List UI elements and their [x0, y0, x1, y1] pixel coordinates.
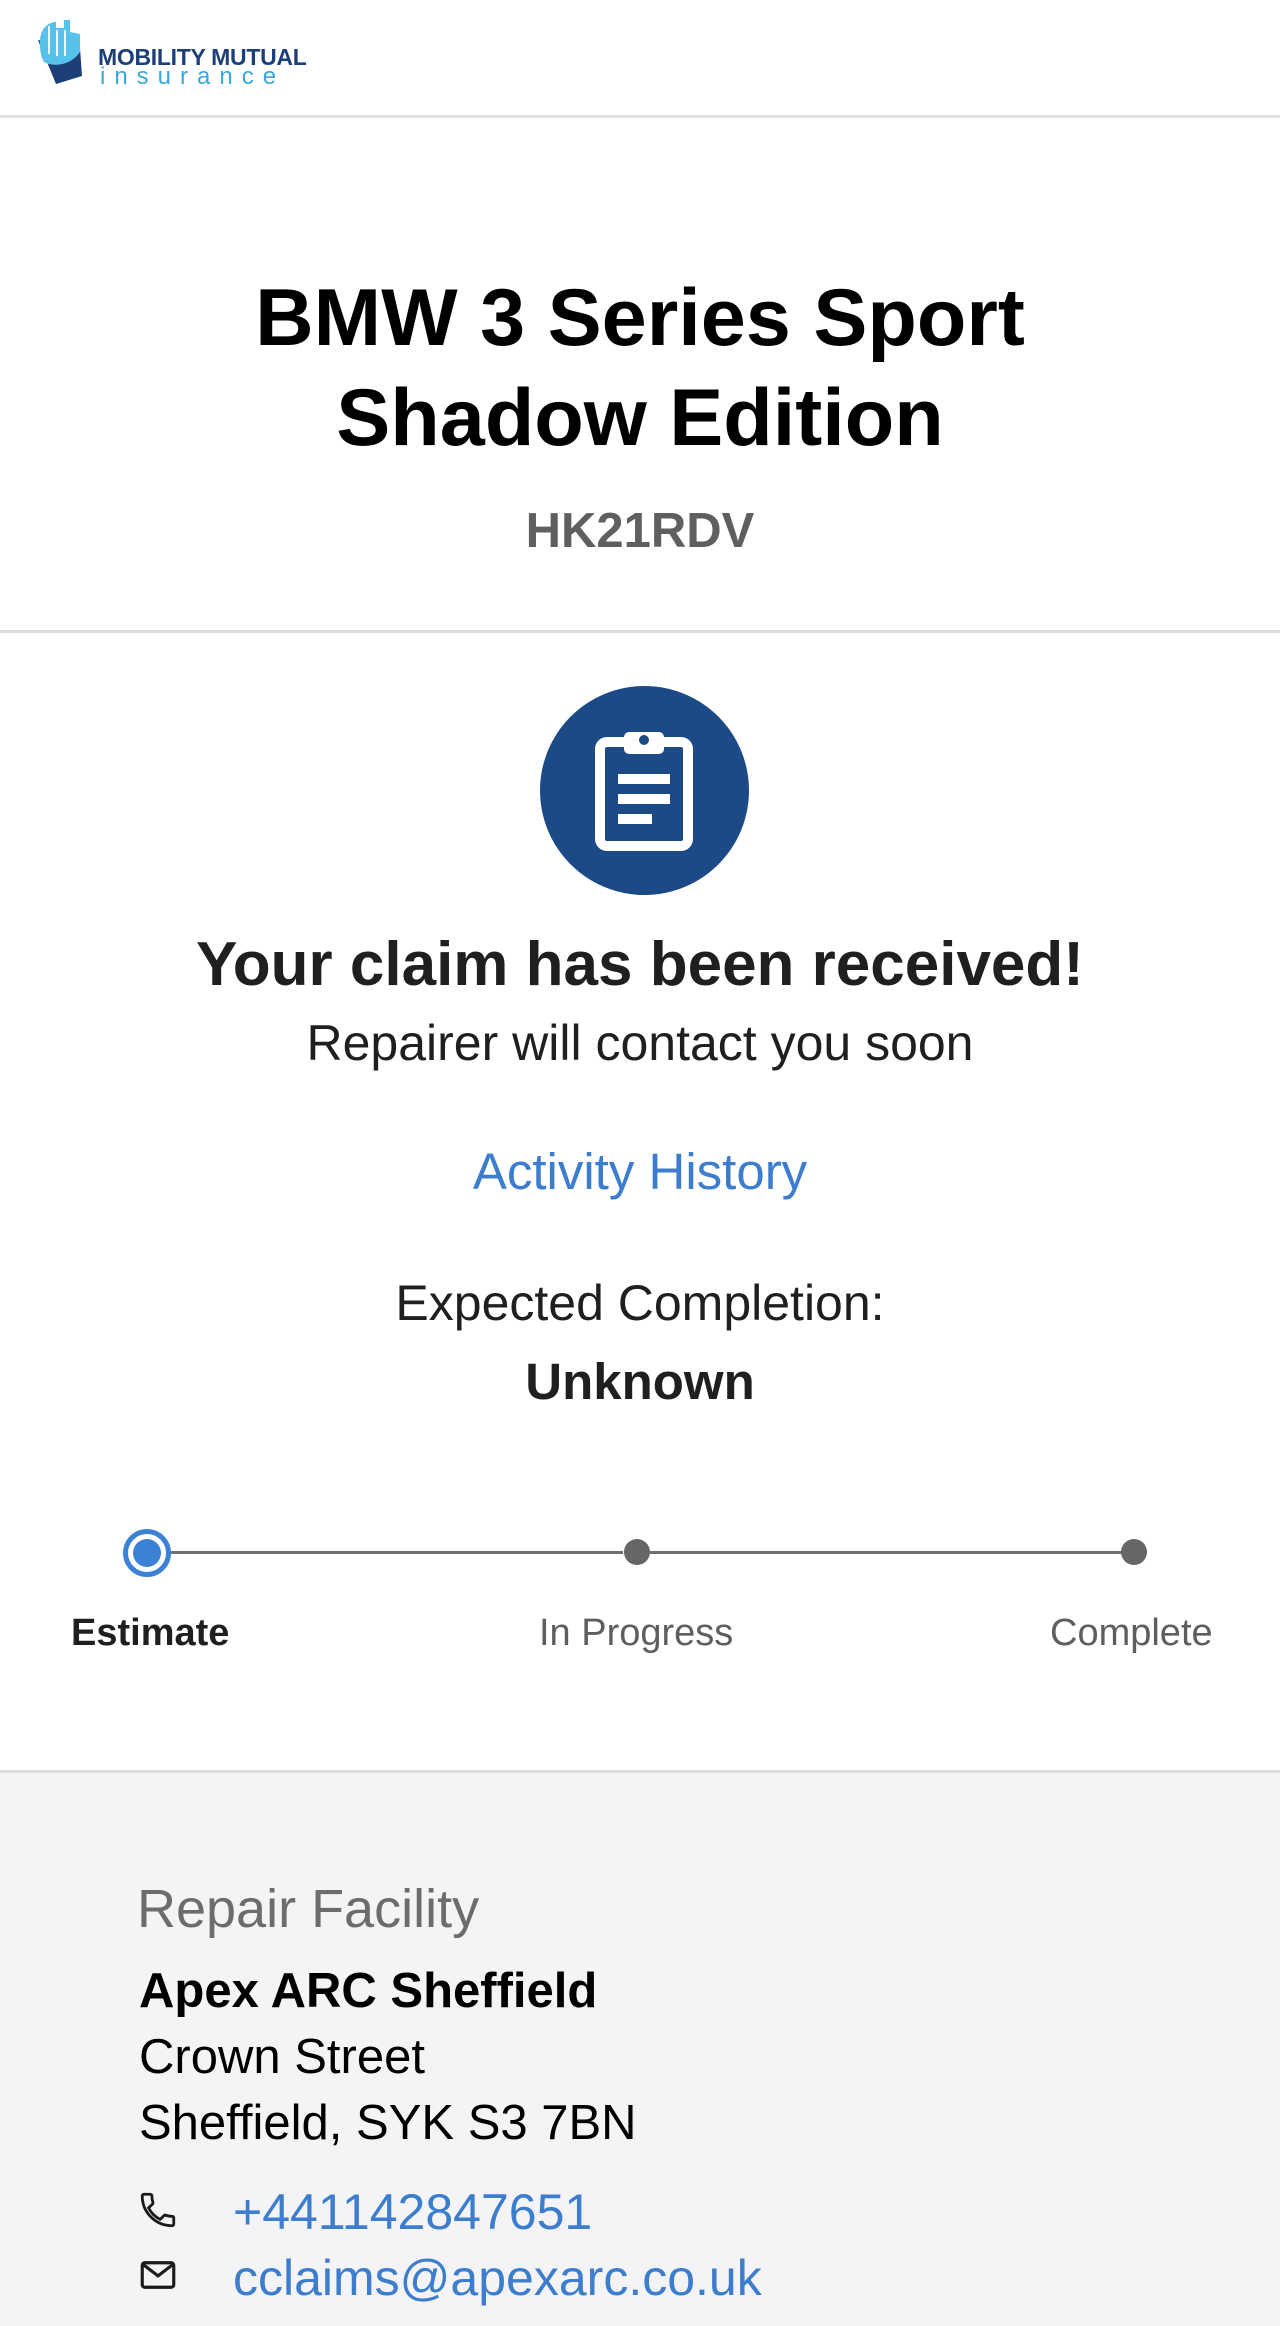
mobility-mutual-logo[interactable]: MOBILITY MUTUAL insurance — [34, 18, 307, 90]
stepper-connector — [650, 1551, 1122, 1554]
step-complete-marker — [1121, 1539, 1147, 1565]
step-estimate-label: Estimate — [71, 1612, 230, 1654]
repair-facility-city: Sheffield, SYK S3 7BN — [139, 2096, 637, 2150]
step-in-progress-label: In Progress — [539, 1612, 734, 1654]
expected-completion-label: Expected Completion: — [395, 1275, 885, 1331]
mail-icon — [140, 2261, 176, 2289]
step-complete-label: Complete — [1050, 1612, 1213, 1654]
logo-tagline: insurance — [100, 63, 286, 90]
step-estimate-marker — [123, 1529, 171, 1577]
vehicle-summary: BMW 3 Series Sport Shadow Edition HK21RD… — [0, 118, 1280, 633]
clipboard-icon-badge — [540, 686, 749, 895]
clipboard-icon — [595, 732, 693, 851]
claim-status-title: Your claim has been received! — [196, 930, 1084, 999]
vehicle-registration: HK21RDV — [525, 504, 755, 558]
facility-phone-link[interactable]: +441142847651 — [233, 2183, 592, 2241]
repair-facility-name: Apex ARC Sheffield — [139, 1964, 598, 2018]
expected-completion-value: Unknown — [525, 1353, 755, 1410]
stepper-connector — [171, 1551, 623, 1554]
claim-status-section: Your claim has been received! Repairer w… — [0, 634, 1280, 1774]
logo-shield-icon — [38, 20, 82, 84]
vehicle-title: BMW 3 Series Sport Shadow Edition — [255, 273, 1025, 463]
app-header: MOBILITY MUTUAL insurance — [0, 0, 1280, 118]
facility-email-link[interactable]: cclaims@apexarc.co.uk — [233, 2249, 762, 2307]
repair-facility-heading: Repair Facility — [137, 1879, 480, 1939]
step-in-progress-marker — [624, 1539, 650, 1565]
phone-icon — [140, 2192, 176, 2228]
repair-facility-section: Repair Facility Apex ARC Sheffield Crown… — [0, 1770, 1280, 2326]
repair-facility-street: Crown Street — [139, 2030, 425, 2084]
activity-history-link[interactable]: Activity History — [465, 1142, 815, 1201]
claim-status-subtitle: Repairer will contact you soon — [306, 1015, 974, 1071]
